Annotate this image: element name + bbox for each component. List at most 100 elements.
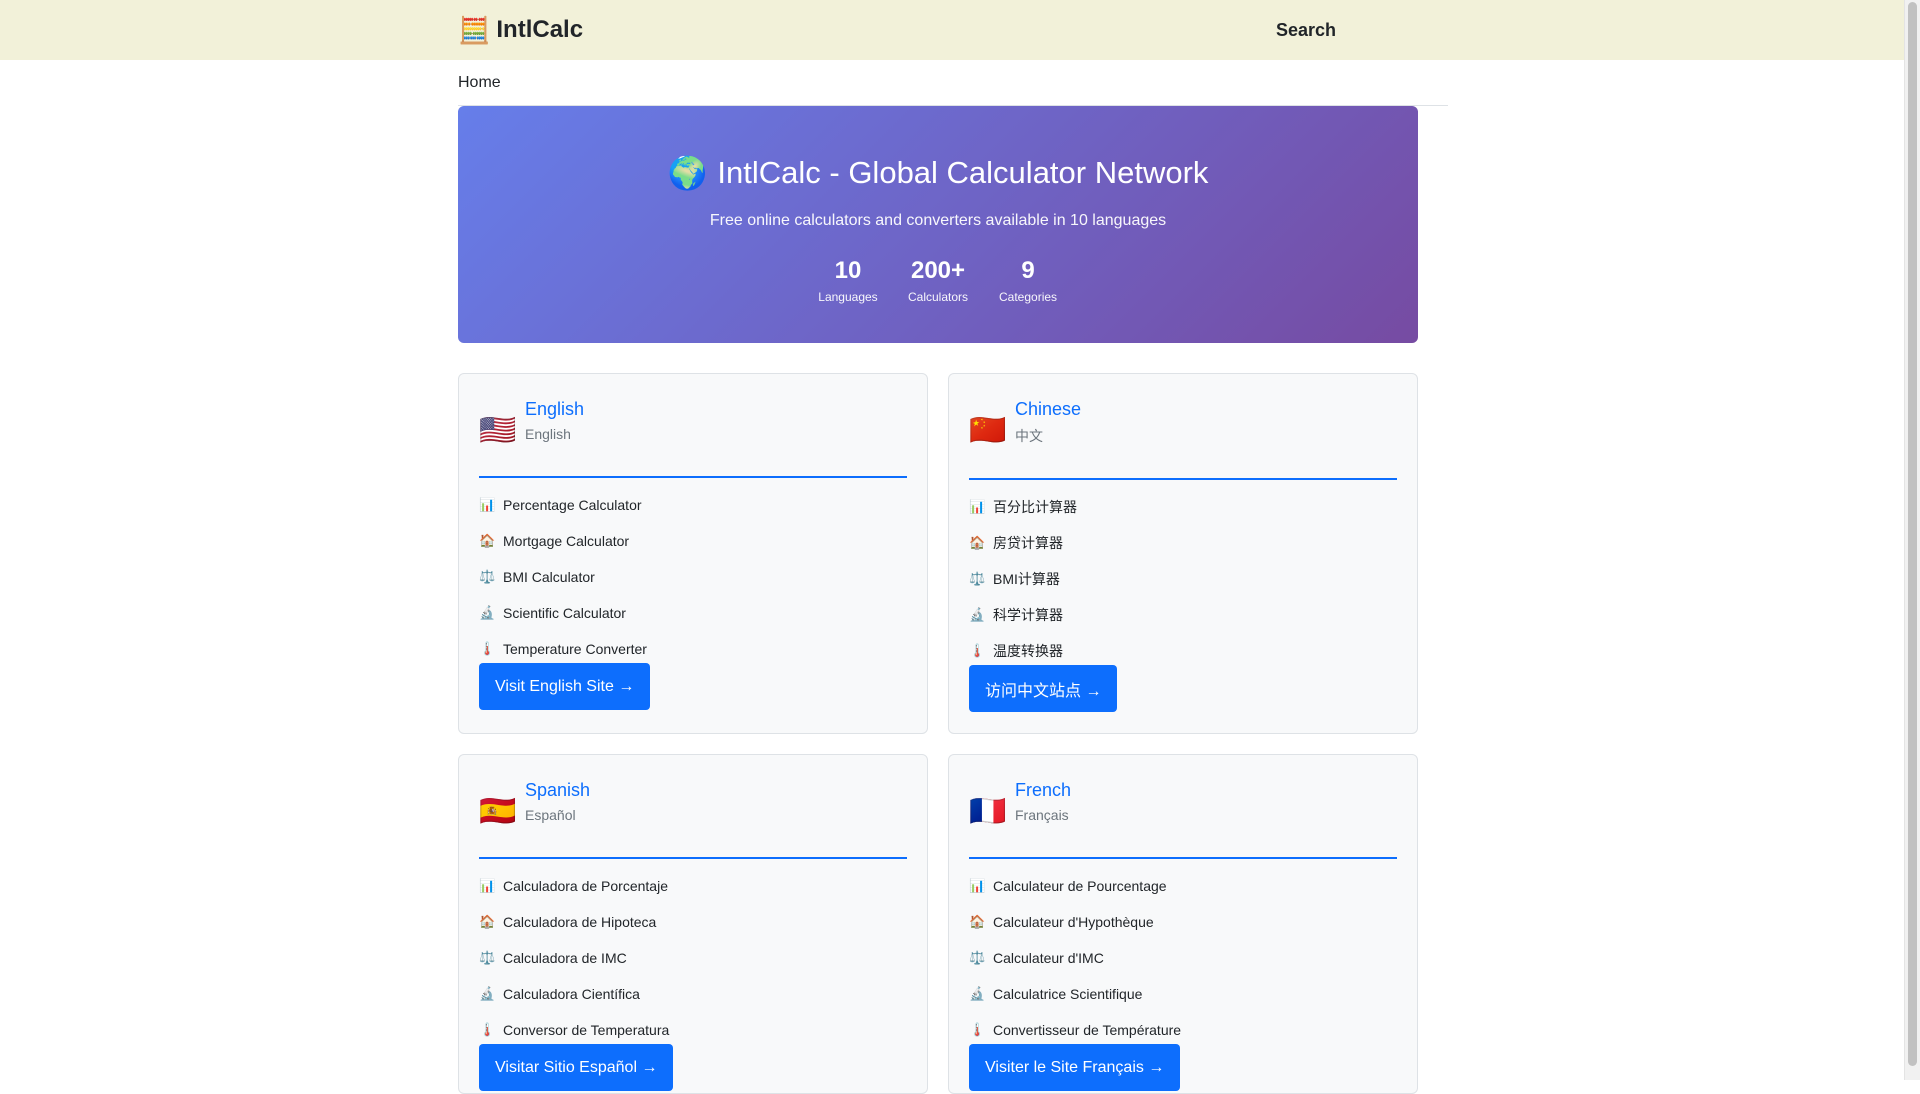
calculator-link[interactable]: 🔬 Calculatrice Scientifique — [969, 976, 1181, 1012]
chart-icon: 📊 — [969, 499, 986, 514]
scale-icon: ⚖️ — [479, 569, 496, 584]
card-header: 🇨🇳 Chinese 中文 — [969, 394, 1397, 480]
language-name: English — [525, 399, 585, 419]
stat-value: 10 — [834, 257, 862, 284]
brand-link[interactable]: 🧮 IntlCalc — [458, 14, 583, 46]
calculator-link[interactable]: 🏠 房贷计算器 — [969, 525, 1077, 561]
language-name: Chinese — [1015, 399, 1082, 419]
calculator-label: Calculateur d'IMC — [993, 950, 1104, 966]
language-native-name: 中文 — [1015, 428, 1043, 444]
chart-icon: 📊 — [479, 878, 496, 893]
chart-icon: 📊 — [479, 497, 496, 512]
calculator-link[interactable]: 🔬 Scientific Calculator — [479, 595, 647, 631]
thermometer-icon: 🌡️ — [969, 1022, 986, 1037]
microscope-icon: 🔬 — [479, 605, 496, 620]
calculator-label: 科学计算器 — [993, 607, 1063, 623]
calculator-list: 📊 Calculateur de Pourcentage 🏠 Calculateur… — [969, 868, 1181, 1048]
stat-value: 9 — [1021, 257, 1035, 284]
house-icon: 🏠 — [969, 914, 986, 929]
hero-banner: 🌍 IntlCalc - Global Calculator Network F… — [458, 106, 1418, 343]
calculator-label: Convertisseur de Température — [993, 1022, 1182, 1038]
breadcrumb-home[interactable]: Home — [458, 74, 501, 91]
calculator-link[interactable]: 🌡️ Temperature Converter — [479, 631, 647, 667]
abacus-icon: 🧮 — [458, 15, 491, 45]
scale-icon: ⚖️ — [969, 950, 986, 965]
calculator-link[interactable]: ⚖️ BMI Calculator — [479, 559, 647, 595]
calculator-label: Calculadora de Porcentaje — [503, 878, 668, 894]
scale-icon: ⚖️ — [479, 950, 496, 965]
calculator-label: Calculateur de Pourcentage — [993, 878, 1167, 894]
scrollbar-thumb[interactable] — [1908, 2, 1917, 1066]
stat-calculators: 200+ Calculators — [908, 256, 968, 304]
visit-french-site-button[interactable]: Visiter le Site Français → — [969, 1044, 1181, 1091]
page-scrollbar[interactable] — [1904, 0, 1920, 1080]
calculator-link[interactable]: 📊 百分比计算器 — [969, 489, 1077, 525]
language-name: Spanish — [525, 780, 591, 800]
calculator-link[interactable]: 🌡️ Convertisseur de Température — [969, 1012, 1181, 1048]
calculator-label: 百分比计算器 — [993, 499, 1077, 515]
calculator-label: Calculadora de IMC — [503, 950, 627, 966]
stat-label: Languages — [818, 290, 878, 304]
breadcrumb: Home — [458, 74, 1448, 106]
stat-label: Calculators — [907, 290, 969, 304]
calculator-label: Calculadora Científica — [503, 986, 640, 1002]
language-native-name: Français — [1015, 807, 1069, 823]
hero-title: 🌍 IntlCalc - Global Calculator Network — [458, 154, 1418, 192]
us-flag-icon: 🇺🇸 — [479, 414, 517, 447]
calculator-label: BMI Calculator — [503, 569, 595, 585]
hero-title-text: IntlCalc - Global Calculator Network — [717, 155, 1209, 190]
calculator-link[interactable]: 📊 Percentage Calculator — [479, 487, 647, 523]
calculator-link[interactable]: 📊 Calculateur de Pourcentage — [969, 868, 1181, 904]
calculator-label: Percentage Calculator — [503, 497, 642, 513]
language-card-english: 🇺🇸 English English 📊 Percentage Calculato… — [458, 373, 928, 734]
calculator-label: Temperature Converter — [503, 641, 647, 657]
calculator-list: 📊 百分比计算器 🏠 房贷计算器 ⚖️ BMI计算器 🔬 科学计算器 🌡️ 温度转换器 — [969, 489, 1077, 669]
calculator-label: Calculateur d'Hypothèque — [993, 914, 1154, 930]
calculator-label: BMI计算器 — [993, 571, 1060, 587]
stat-label: Categories — [999, 290, 1058, 304]
calculator-list: 📊 Percentage Calculator 🏠 Mortgage Calcula… — [479, 487, 647, 667]
calculator-label: 温度转换器 — [993, 643, 1063, 659]
calculator-link[interactable]: 🏠 Calculadora de Hipoteca — [479, 904, 669, 940]
card-header: 🇪🇸 Spanish Español — [479, 775, 907, 859]
brand-name: IntlCalc — [496, 16, 584, 43]
calculator-label: Scientific Calculator — [503, 605, 626, 621]
globe-icon: 🌍 — [667, 155, 708, 191]
calculator-link[interactable]: 🌡️ 温度转换器 — [969, 633, 1077, 669]
calculator-link[interactable]: 🌡️ Conversor de Temperatura — [479, 1012, 669, 1048]
visit-chinese-site-button[interactable]: 访问中文站点 → — [969, 665, 1118, 712]
stats-row: 10 Languages 200+ Calculators 9 Categori… — [458, 256, 1418, 304]
cn-flag-icon: 🇨🇳 — [969, 414, 1007, 447]
calculator-link[interactable]: 🔬 科学计算器 — [969, 597, 1077, 633]
card-header: 🇫🇷 French Français — [969, 775, 1397, 859]
house-icon: 🏠 — [479, 914, 496, 929]
language-card-chinese: 🇨🇳 Chinese 中文 📊 百分比计算器 🏠 房贷计算器 ⚖️ BMI计算器 🔬 科… — [948, 373, 1418, 734]
es-flag-icon: 🇪🇸 — [479, 795, 517, 828]
calculator-link[interactable]: ⚖️ Calculadora de IMC — [479, 940, 669, 976]
calculator-label: Mortgage Calculator — [503, 533, 630, 549]
calculator-link[interactable]: 🏠 Mortgage Calculator — [479, 523, 647, 559]
chart-icon: 📊 — [969, 878, 986, 893]
stat-languages: 10 Languages — [818, 256, 878, 304]
calculator-link[interactable]: ⚖️ Calculateur d'IMC — [969, 940, 1181, 976]
top-navbar: 🧮 IntlCalc Search — [0, 0, 1904, 60]
calculator-link[interactable]: 🔬 Calculadora Científica — [479, 976, 669, 1012]
language-card-french: 🇫🇷 French Français 📊 Calculateur de Pourc… — [948, 754, 1418, 1094]
calculator-label: Calculatrice Scientifique — [993, 986, 1143, 1002]
microscope-icon: 🔬 — [479, 986, 496, 1001]
language-native-name: Español — [525, 807, 576, 823]
calculator-link[interactable]: 📊 Calculadora de Porcentaje — [479, 868, 669, 904]
house-icon: 🏠 — [969, 535, 986, 550]
stat-categories: 9 Categories — [998, 256, 1058, 304]
scale-icon: ⚖️ — [969, 571, 986, 586]
visit-spanish-site-button[interactable]: Visitar Sitio Español → — [479, 1044, 674, 1091]
calculator-label: 房贷计算器 — [993, 535, 1063, 551]
hero-subtitle: Free online calculators and converters a… — [709, 212, 1167, 229]
calculator-link[interactable]: 🏠 Calculateur d'Hypothèque — [969, 904, 1181, 940]
calculator-label: Conversor de Temperatura — [503, 1022, 670, 1038]
calculator-link[interactable]: ⚖️ BMI计算器 — [969, 561, 1077, 597]
thermometer-icon: 🌡️ — [479, 641, 496, 656]
search-link[interactable]: Search — [1276, 20, 1336, 41]
fr-flag-icon: 🇫🇷 — [969, 795, 1007, 828]
visit-english-site-button[interactable]: Visit English Site → — [479, 663, 651, 710]
